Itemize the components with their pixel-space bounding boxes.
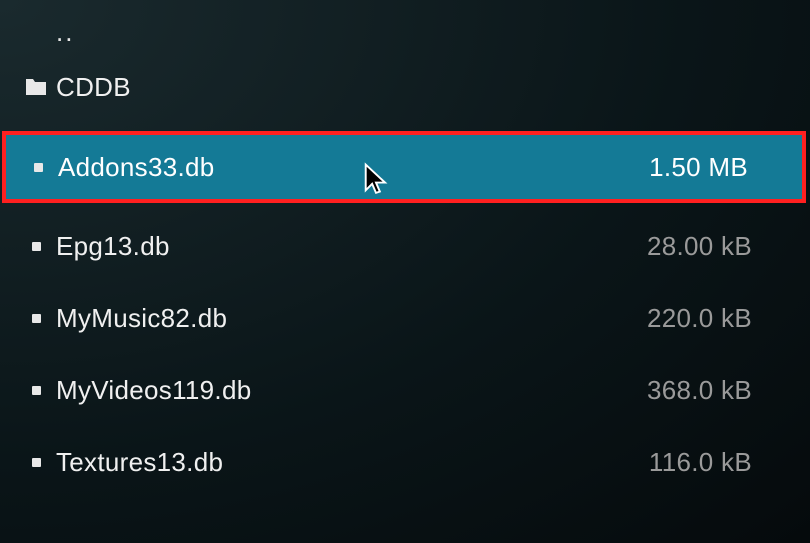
- icon-slot: [18, 163, 58, 172]
- file-item[interactable]: MyVideos119.db 368.0 kB: [0, 354, 810, 426]
- file-icon: [32, 242, 41, 251]
- file-icon: [32, 458, 41, 467]
- item-size: 116.0 kB: [649, 447, 752, 478]
- parent-label: ..: [56, 17, 74, 48]
- icon-slot: [16, 458, 56, 467]
- file-item[interactable]: Textures13.db 116.0 kB: [0, 426, 810, 498]
- file-icon: [32, 314, 41, 323]
- item-size: 28.00 kB: [647, 231, 752, 262]
- item-name: Epg13.db: [56, 231, 647, 262]
- item-size: 1.50 MB: [649, 152, 748, 183]
- file-item-highlighted[interactable]: Addons33.db 1.50 MB: [2, 131, 806, 203]
- item-size: 368.0 kB: [647, 375, 752, 406]
- file-item[interactable]: Epg13.db 28.00 kB: [0, 210, 810, 282]
- item-name: Addons33.db: [58, 152, 649, 183]
- item-name: CDDB: [56, 72, 752, 103]
- icon-slot: [16, 242, 56, 251]
- item-size: 220.0 kB: [647, 303, 752, 334]
- icon-slot: [16, 77, 56, 97]
- file-icon: [34, 163, 43, 172]
- icon-slot: [16, 386, 56, 395]
- item-name: MyMusic82.db: [56, 303, 647, 334]
- parent-directory[interactable]: ..: [0, 8, 810, 56]
- file-list: .. CDDB Addons33.db 1.50 MB Epg13.db 28.…: [0, 0, 810, 498]
- icon-slot: [16, 314, 56, 323]
- file-item[interactable]: MyMusic82.db 220.0 kB: [0, 282, 810, 354]
- file-icon: [32, 386, 41, 395]
- item-name: Textures13.db: [56, 447, 649, 478]
- folder-icon: [23, 77, 49, 97]
- item-name: MyVideos119.db: [56, 375, 647, 406]
- folder-item[interactable]: CDDB: [0, 56, 810, 118]
